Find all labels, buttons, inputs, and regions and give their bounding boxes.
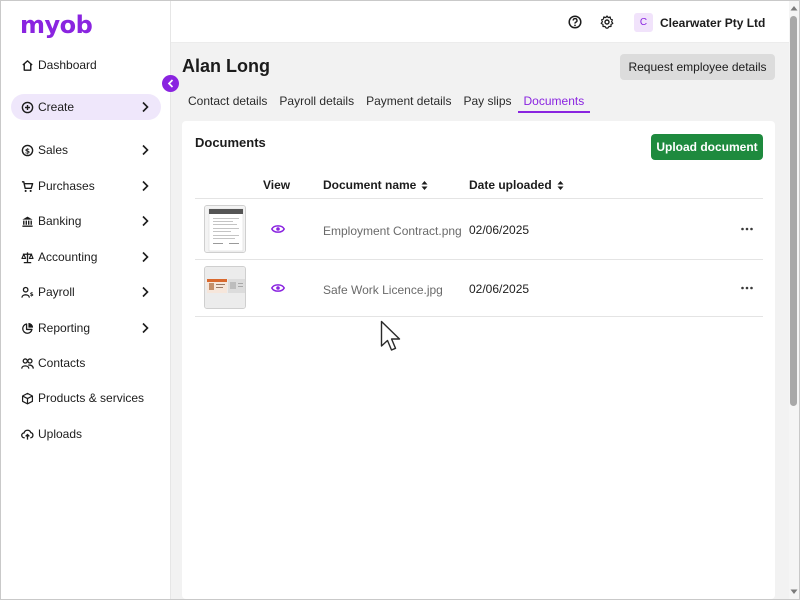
home-icon <box>20 58 34 72</box>
upload-document-button[interactable]: Upload document <box>651 134 763 160</box>
mouse-cursor-icon <box>380 320 401 351</box>
document-date: 02/06/2025 <box>469 282 530 296</box>
table-divider <box>195 316 763 317</box>
more-options-icon[interactable] <box>740 285 754 291</box>
person-dollar-icon: $ <box>20 285 34 299</box>
main-content: Alan Long Request employee details Conta… <box>171 43 789 599</box>
people-icon <box>20 356 34 370</box>
sort-icon[interactable] <box>557 180 564 191</box>
chevron-right-icon <box>142 286 149 298</box>
tab-contact-details[interactable]: Contact details <box>182 91 273 113</box>
svg-text:$: $ <box>24 146 29 155</box>
sidebar-item-purchases[interactable]: Purchases <box>11 173 161 199</box>
sidebar-item-label: Uploads <box>38 427 83 441</box>
table-divider <box>195 198 763 199</box>
document-date: 02/06/2025 <box>469 223 530 237</box>
org-avatar[interactable]: C <box>634 13 653 32</box>
eye-icon[interactable] <box>271 224 285 234</box>
chevron-right-icon <box>142 251 149 263</box>
document-name[interactable]: Safe Work Licence.jpg <box>323 283 443 297</box>
column-header-date-uploaded[interactable]: Date uploaded <box>469 178 564 192</box>
sidebar-item-contacts[interactable]: Contacts <box>11 350 161 376</box>
chevron-right-icon <box>142 144 149 156</box>
svg-text:$: $ <box>29 292 33 298</box>
documents-card: Documents Upload document View Document … <box>182 121 775 599</box>
pie-chart-icon <box>20 321 34 335</box>
sort-icon[interactable] <box>421 180 428 191</box>
sidebar-item-label: Accounting <box>38 250 98 264</box>
scroll-down-arrow-icon[interactable] <box>790 589 798 595</box>
cart-icon <box>20 179 34 193</box>
scales-icon <box>20 250 34 264</box>
tab-payment-details[interactable]: Payment details <box>360 91 457 113</box>
document-preview-image <box>205 267 245 308</box>
gear-icon[interactable] <box>600 15 614 29</box>
box-icon <box>20 391 34 405</box>
sidebar: myob Dashboard Create $ Sales Purchases … <box>1 1 171 599</box>
sidebar-item-label: Dashboard <box>38 58 97 72</box>
sidebar-item-payroll[interactable]: $ Payroll <box>11 279 161 305</box>
scrollbar-thumb[interactable] <box>790 16 797 406</box>
chevron-left-icon <box>167 79 173 88</box>
sidebar-item-reporting[interactable]: Reporting <box>11 315 161 341</box>
page-title: Alan Long <box>182 56 270 76</box>
sidebar-item-sales[interactable]: $ Sales <box>11 137 161 163</box>
chevron-right-icon <box>142 322 149 334</box>
column-header-label: View <box>263 178 291 192</box>
tab-documents[interactable]: Documents <box>517 91 591 113</box>
sidebar-item-label: Banking <box>38 214 82 228</box>
chevron-right-icon <box>142 180 149 192</box>
sidebar-item-label: Payroll <box>38 285 75 299</box>
sidebar-item-label: Contacts <box>38 356 86 370</box>
sidebar-item-label: Purchases <box>38 179 95 193</box>
sidebar-item-label: Sales <box>38 143 69 157</box>
more-options-icon[interactable] <box>740 226 754 232</box>
eye-icon[interactable] <box>271 283 285 293</box>
employee-tabs: Contact details Payroll details Payment … <box>182 91 591 113</box>
sidebar-item-banking[interactable]: Banking <box>11 208 161 234</box>
collapse-sidebar-button[interactable] <box>162 75 179 92</box>
request-employee-details-button[interactable]: Request employee details <box>620 54 775 80</box>
document-name[interactable]: Employment Contract.png <box>323 224 462 238</box>
column-header-label: Document name <box>323 178 417 192</box>
sidebar-item-uploads[interactable]: Uploads <box>11 421 161 447</box>
documents-title: Documents <box>195 135 266 150</box>
sidebar-item-accounting[interactable]: Accounting <box>11 244 161 270</box>
help-circle-icon[interactable] <box>568 15 582 29</box>
contract-thumbnail[interactable] <box>204 205 246 253</box>
tab-payroll-details[interactable]: Payroll details <box>273 91 360 113</box>
chevron-right-icon <box>142 215 149 227</box>
sidebar-item-label: Products & services <box>38 391 145 405</box>
org-name[interactable]: Clearwater Pty Ltd <box>660 16 765 30</box>
sidebar-item-label: Create <box>38 100 75 114</box>
sidebar-item-label: Reporting <box>38 321 91 335</box>
scroll-up-arrow-icon[interactable] <box>790 5 798 11</box>
sidebar-item-create[interactable]: Create <box>11 94 161 120</box>
plus-circle-icon <box>20 100 34 114</box>
tab-pay-slips[interactable]: Pay slips <box>457 91 517 113</box>
top-bar: C Clearwater Pty Ltd <box>171 1 789 43</box>
licence-thumbnail[interactable] <box>204 266 246 309</box>
column-header-document-name[interactable]: Document name <box>323 178 428 192</box>
sidebar-item-dashboard[interactable]: Dashboard <box>11 52 161 78</box>
column-header-label: Date uploaded <box>469 178 552 192</box>
cloud-upload-icon <box>20 427 34 441</box>
chevron-right-icon <box>142 101 149 113</box>
myob-logo[interactable]: myob <box>20 11 93 39</box>
bank-icon <box>20 214 34 228</box>
dollar-circle-icon: $ <box>20 143 34 157</box>
column-header-view: View <box>263 178 290 192</box>
sidebar-item-products-services[interactable]: Products & services <box>11 385 161 411</box>
document-preview-image <box>205 206 245 252</box>
page-scrollbar[interactable] <box>789 1 799 599</box>
table-divider <box>195 259 763 260</box>
